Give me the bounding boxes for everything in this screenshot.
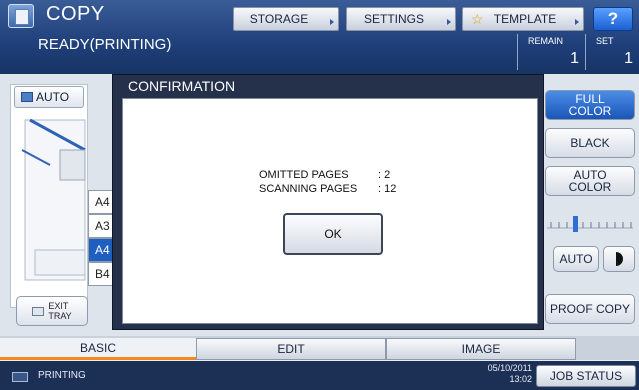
remain-label: REMAIN (528, 36, 564, 46)
omitted-pages-label: OMITTED PAGES (259, 169, 349, 181)
printer-icon (12, 372, 28, 382)
copy-icon (8, 4, 34, 28)
dialog-title: CONFIRMATION (128, 78, 236, 94)
half-moon-icon (615, 252, 623, 266)
remain-counter: REMAIN 1 (517, 34, 585, 70)
ok-button[interactable]: OK (283, 213, 383, 255)
tray-icon (32, 306, 45, 316)
star-icon: ☆ (471, 11, 484, 27)
auto-color-label: AUTO COLOR (569, 169, 612, 193)
settings-button[interactable]: SETTINGS (346, 7, 456, 31)
set-label: SET (596, 36, 614, 46)
template-label: TEMPLATE (493, 12, 557, 26)
date-text: 05/10/2011 (487, 363, 532, 373)
arrow-right-icon (330, 19, 334, 25)
auto-color-label-2: COLOR (568, 180, 612, 194)
help-button[interactable]: ? (593, 7, 633, 31)
printing-status: PRINTING (38, 370, 86, 381)
storage-button[interactable]: STORAGE (233, 7, 339, 31)
app-title: COPY (46, 3, 105, 25)
tab-basic[interactable]: BASIC (0, 338, 196, 360)
time-text: 13:02 (509, 374, 532, 384)
template-button[interactable]: ☆ TEMPLATE (462, 7, 584, 31)
density-scale (547, 216, 633, 232)
exit-label: EXIT (48, 301, 69, 311)
job-status-button[interactable]: JOB STATUS (536, 365, 636, 387)
set-counter: SET 1 (585, 34, 639, 70)
copier-illustration (21, 118, 86, 281)
density-darker-button[interactable] (603, 246, 635, 272)
full-color-button[interactable]: FULL COLOR (545, 90, 635, 120)
full-color-label: FULL COLOR (569, 93, 612, 117)
arrow-right-icon (447, 19, 451, 25)
paper-icon (21, 92, 33, 102)
scanning-pages-value: : 12 (378, 183, 397, 195)
black-button[interactable]: BLACK (545, 128, 635, 158)
omitted-pages-value: : 2 (378, 169, 391, 181)
storage-label: STORAGE (249, 12, 309, 26)
remain-value: 1 (570, 50, 579, 67)
tray-label: TRAY (48, 311, 72, 321)
scanning-pages-label: SCANNING PAGES (259, 183, 358, 195)
tab-edit[interactable]: EDIT (196, 338, 386, 360)
auto-color-button[interactable]: AUTO COLOR (545, 166, 635, 196)
arrow-right-icon (575, 19, 579, 25)
settings-label: SETTINGS (363, 12, 424, 26)
proof-copy-button[interactable]: PROOF COPY (545, 294, 635, 324)
ready-status: READY(PRINTING) (38, 36, 172, 53)
dialog-body (122, 98, 538, 324)
density-auto-button[interactable]: AUTO (553, 246, 599, 272)
color-label: COLOR (568, 104, 612, 118)
set-value: 1 (624, 50, 633, 67)
auto-label: AUTO (36, 90, 70, 104)
exit-tray-button[interactable]: EXIT TRAY (16, 296, 88, 326)
exit-tray-label: EXIT TRAY (48, 301, 71, 321)
tab-image[interactable]: IMAGE (386, 338, 576, 360)
date-time: 05/10/2011 13:02 (480, 363, 532, 385)
auto-button[interactable]: AUTO (14, 86, 84, 108)
